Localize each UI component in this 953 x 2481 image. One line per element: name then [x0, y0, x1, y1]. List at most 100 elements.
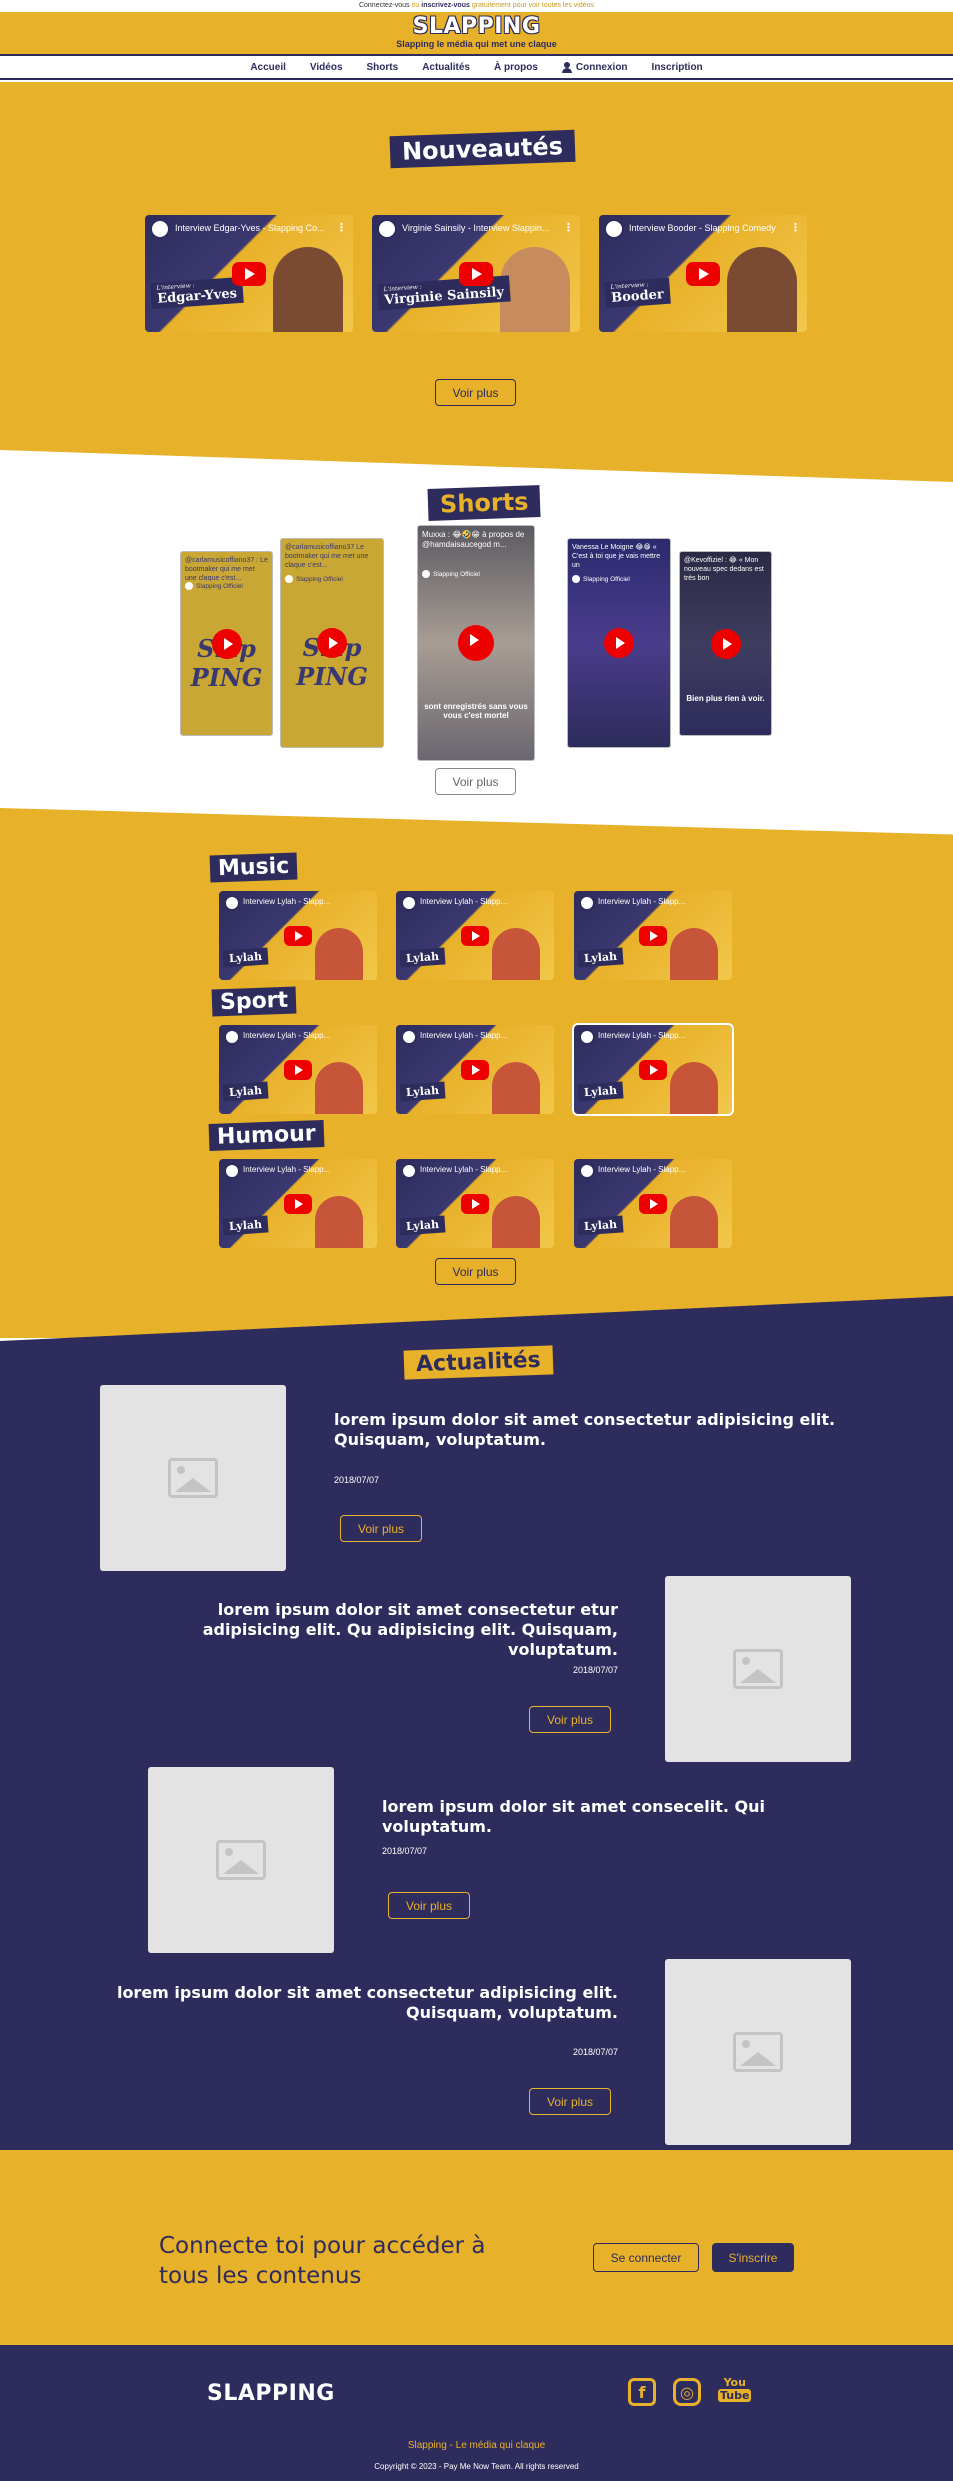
category-title-humour: Humour	[208, 1120, 325, 1151]
play-icon[interactable]	[458, 625, 494, 661]
more-icon[interactable]: ⋮	[563, 221, 574, 234]
nav-shorts[interactable]: Shorts	[355, 62, 411, 73]
video-title: Interview Lylah - Slapp...	[243, 1165, 331, 1174]
article-image[interactable]	[665, 1576, 851, 1762]
article-more-button[interactable]: Voir plus	[388, 1892, 470, 1919]
guest-photo	[670, 1062, 718, 1114]
more-icon[interactable]: ⋮	[336, 221, 347, 234]
video-title: Interview Booder - Slapping Comedy	[629, 223, 776, 233]
article-image[interactable]	[148, 1767, 334, 1953]
login-link[interactable]: Connectez-vous	[359, 2, 410, 9]
play-icon[interactable]	[639, 1193, 667, 1214]
nav-connexion[interactable]: Connexion	[550, 61, 640, 73]
channel-avatar	[401, 1029, 417, 1045]
video-title: Interview Lylah - Slapp...	[598, 897, 686, 906]
video-title: Interview Lylah - Slapp...	[243, 897, 331, 906]
video-card[interactable]: Interview Booder - Slapping Comedy ⋮ L'i…	[599, 215, 807, 332]
play-icon[interactable]	[686, 261, 720, 286]
play-icon[interactable]	[284, 1193, 312, 1214]
play-icon[interactable]	[639, 925, 667, 946]
video-card[interactable]: Interview Edgar-Yves - Slapping Co... ⋮ …	[145, 215, 353, 332]
video-card[interactable]: Interview Lylah - Slapp... Lylah	[396, 891, 554, 980]
article-more-button[interactable]: Voir plus	[529, 2088, 611, 2115]
play-icon[interactable]	[284, 1059, 312, 1080]
register-link[interactable]: inscrivez-vous	[421, 2, 470, 9]
cta-signup-button[interactable]: S'inscrire	[712, 2243, 794, 2272]
nav-videos[interactable]: Vidéos	[298, 62, 355, 73]
article-more-button[interactable]: Voir plus	[340, 1515, 422, 1542]
play-icon[interactable]	[461, 1059, 489, 1080]
play-icon[interactable]	[639, 1059, 667, 1080]
article-title[interactable]: lorem ipsum dolor sit amet consectetur a…	[80, 1983, 618, 2023]
footer-tagline: Slapping - Le média qui claque	[407, 2440, 546, 2451]
video-card[interactable]: Interview Lylah - Slapp... Lylah	[219, 1159, 377, 1248]
video-label: Lylah	[399, 1215, 446, 1236]
video-card[interactable]: Interview Lylah - Slapp... Lylah	[572, 1023, 734, 1116]
shorts-more-button[interactable]: Voir plus	[435, 768, 516, 795]
video-card[interactable]: Interview Lylah - Slapp... Lylah	[574, 891, 732, 980]
article-image[interactable]	[100, 1385, 286, 1571]
play-icon[interactable]	[232, 261, 266, 286]
video-card[interactable]: Interview Lylah - Slapp... Lylah	[396, 1025, 554, 1114]
article-date: 2018/07/07	[572, 1665, 618, 1675]
play-icon[interactable]	[710, 628, 741, 659]
guest-photo	[492, 928, 540, 980]
video-card[interactable]: Virginie Sainsily - Interview Slappin...…	[372, 215, 580, 332]
play-icon[interactable]	[459, 261, 493, 286]
short-card[interactable]: @carlamusicoffiano37 : Le bootmaker qui …	[180, 551, 273, 736]
short-card[interactable]: @Kevoffiziel : 😂 « Mon nouveau spec deda…	[679, 551, 772, 736]
banner-post: gratuitement pour voir toutes les vidéos	[471, 2, 595, 9]
video-label: Lylah	[399, 1081, 446, 1102]
facebook-icon[interactable]: f	[628, 2378, 656, 2406]
channel-avatar	[150, 219, 170, 239]
cta-login-button[interactable]: Se connecter	[593, 2243, 699, 2272]
nav-inscription[interactable]: Inscription	[640, 62, 715, 73]
article-title[interactable]: lorem ipsum dolor sit amet consectetur a…	[334, 1410, 854, 1450]
nav-actualites[interactable]: Actualités	[410, 62, 482, 73]
nouveautes-more-button[interactable]: Voir plus	[435, 379, 516, 406]
video-title: Virginie Sainsily - Interview Slappin...	[402, 223, 550, 233]
instagram-icon[interactable]: ◎	[673, 2378, 701, 2406]
video-label: Lylah	[222, 1215, 269, 1236]
play-icon[interactable]	[604, 628, 634, 658]
video-label: Lylah	[577, 1081, 624, 1102]
play-icon[interactable]	[284, 925, 312, 946]
channel-avatar	[579, 1029, 595, 1045]
short-card[interactable]: Muxxa : 😂🤣😁 à propos de @hamdaisaucegod …	[417, 525, 535, 761]
article-image[interactable]	[665, 1959, 851, 2145]
video-card[interactable]: Interview Lylah - Slapp... Lylah	[219, 891, 377, 980]
guest-photo	[727, 247, 797, 332]
video-label: Lylah	[222, 947, 269, 968]
video-label: L'interview : Edgar-Yves	[150, 276, 244, 310]
youtube-icon[interactable]: You Tube	[718, 2376, 752, 2402]
article-title[interactable]: lorem ipsum dolor sit amet consectetur e…	[120, 1600, 618, 1660]
image-icon	[168, 1458, 218, 1498]
channel-avatar	[604, 219, 624, 239]
play-icon[interactable]	[461, 925, 489, 946]
guest-photo	[273, 247, 343, 332]
short-owner: Slapping Officiel	[572, 575, 630, 583]
more-icon[interactable]: ⋮	[790, 221, 801, 234]
guest-photo	[315, 1196, 363, 1248]
video-card[interactable]: Interview Lylah - Slapp... Lylah	[574, 1159, 732, 1248]
play-icon[interactable]	[461, 1193, 489, 1214]
nav-apropos[interactable]: À propos	[482, 62, 550, 73]
play-icon[interactable]	[317, 628, 347, 658]
site-logo[interactable]: SLAPPING	[0, 16, 953, 38]
guest-photo	[670, 928, 718, 980]
categories-more-button[interactable]: Voir plus	[435, 1258, 516, 1285]
footer-copyright: Copyright © 2023 - Pay Me Now Team. All …	[374, 2462, 579, 2471]
guest-photo	[500, 247, 570, 332]
nav-connexion-label: Connexion	[575, 61, 628, 73]
short-card[interactable]: Vanessa Le Moigne 😂😁 « C'est à toi que j…	[567, 538, 671, 748]
channel-avatar	[401, 895, 417, 911]
nav-accueil[interactable]: Accueil	[238, 62, 298, 73]
video-card[interactable]: Interview Lylah - Slapp... Lylah	[219, 1025, 377, 1114]
play-icon[interactable]	[211, 628, 242, 659]
article-title[interactable]: lorem ipsum dolor sit amet consecelit. Q…	[382, 1797, 852, 1837]
footer-logo[interactable]: SLAPPING	[207, 2381, 335, 2406]
short-owner: Slapping Officiel	[285, 575, 343, 583]
video-card[interactable]: Interview Lylah - Slapp... Lylah	[396, 1159, 554, 1248]
article-more-button[interactable]: Voir plus	[529, 1706, 611, 1733]
short-card[interactable]: @carlamusicoffiano37 Le bootmaker qui me…	[280, 538, 384, 748]
